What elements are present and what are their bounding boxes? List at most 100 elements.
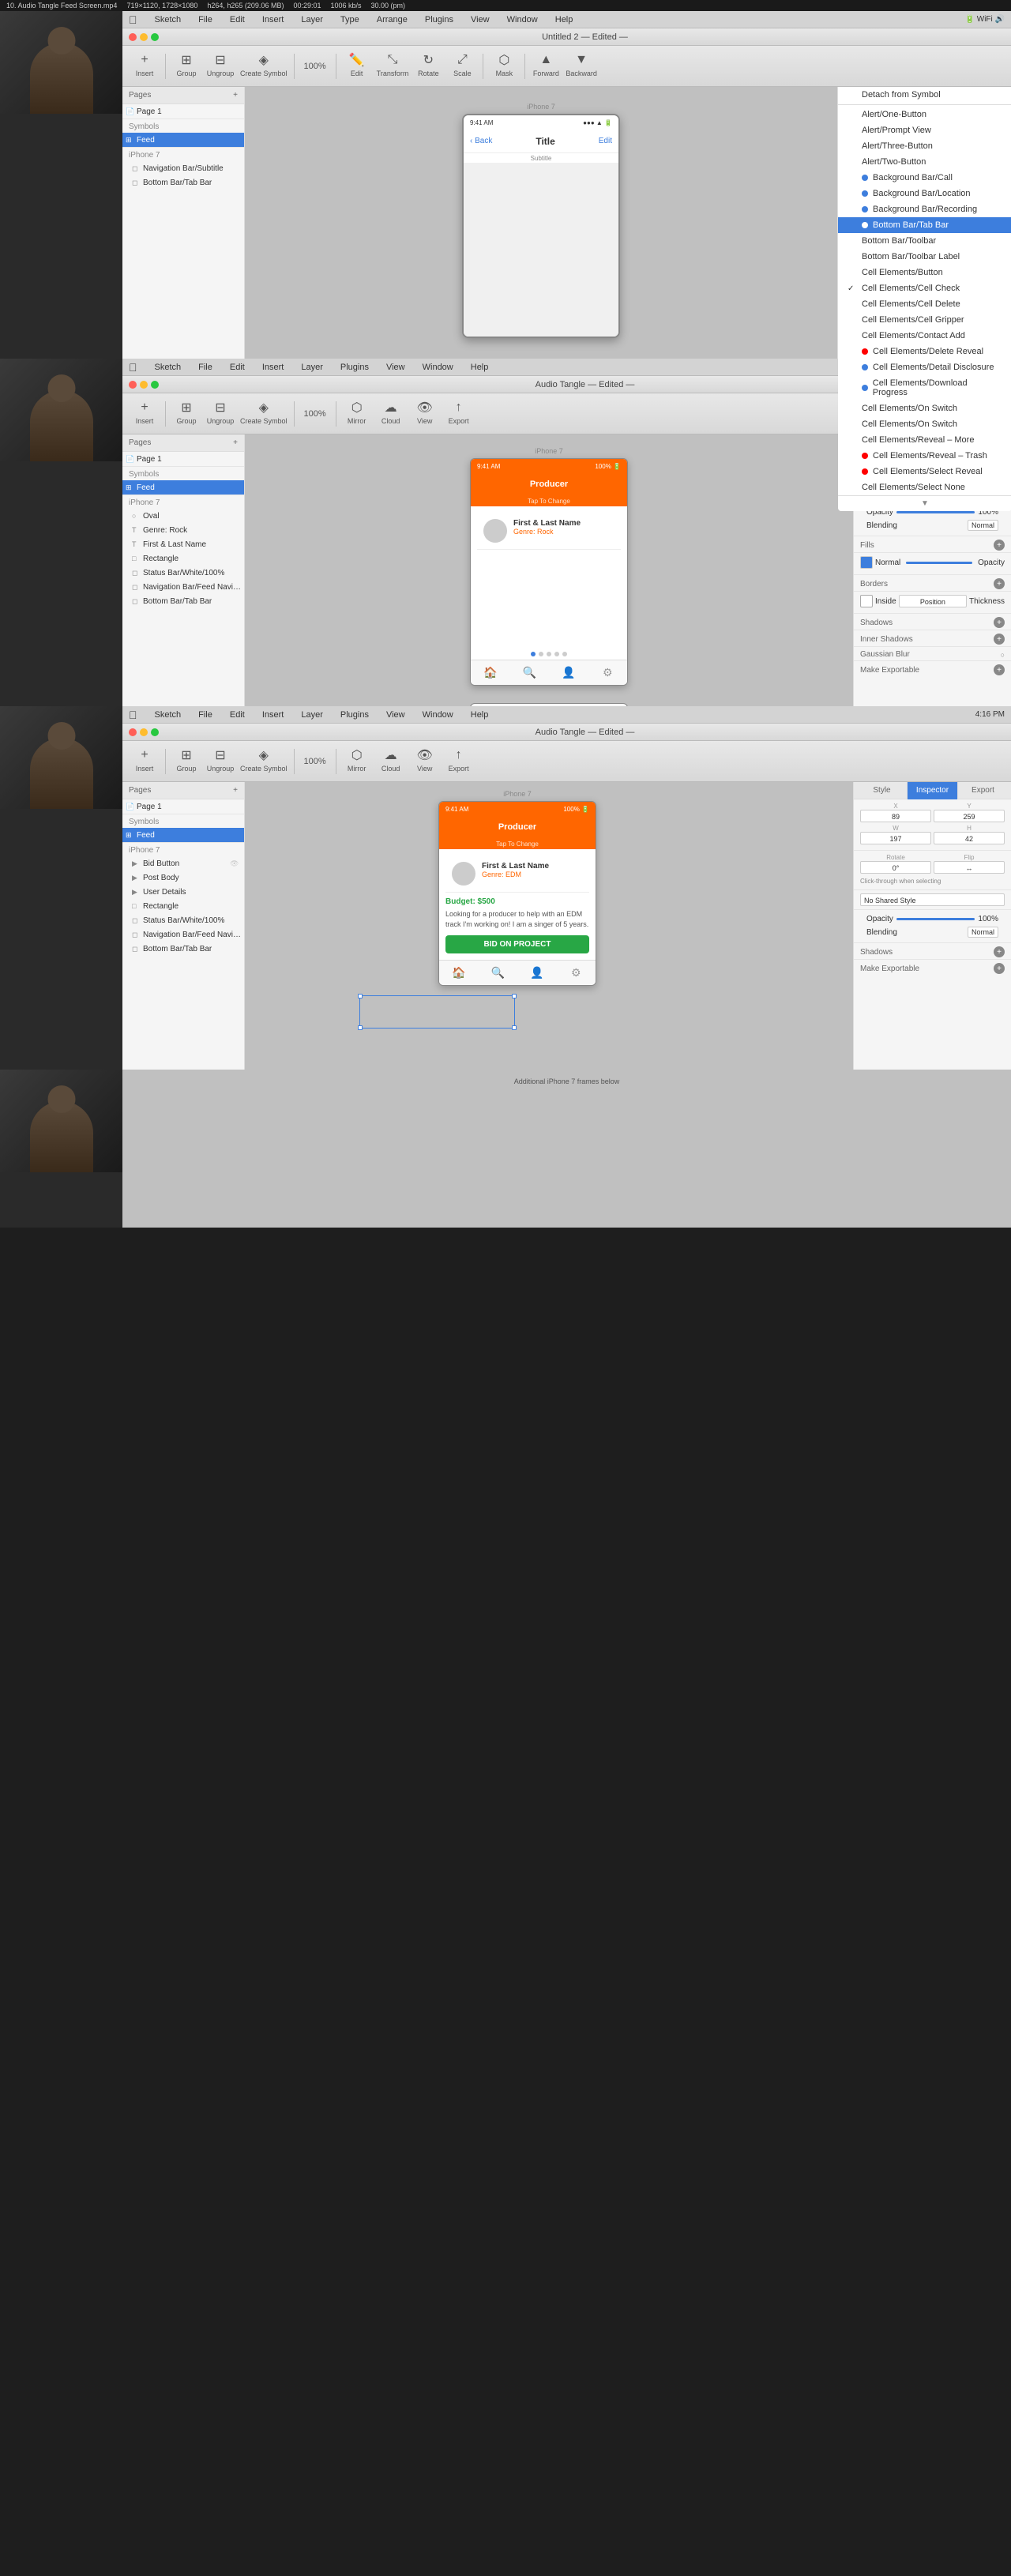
status-bar-item-2[interactable]: ◻ Status Bar/White/100% xyxy=(122,566,244,580)
insp-tab-export-3[interactable]: Export xyxy=(958,782,1008,799)
export-button-3[interactable]: ↑ Export xyxy=(443,744,475,779)
add-page-btn[interactable]: + xyxy=(233,91,238,100)
page1-item-3[interactable]: 📄 Page 1 xyxy=(122,799,244,814)
dropdown-cell-delete[interactable]: Cell Elements/Cell Delete xyxy=(838,296,1011,312)
menu-file[interactable]: File xyxy=(195,13,216,26)
add-export-btn-3[interactable]: + xyxy=(994,963,1005,974)
insp-tab-style-3[interactable]: Style xyxy=(857,782,908,799)
ungroup-button-3[interactable]: ⊟ Ungroup xyxy=(205,744,236,779)
menu-sketch-2[interactable]: Sketch xyxy=(152,361,185,374)
close-button[interactable] xyxy=(129,33,137,41)
menu-view-2[interactable]: View xyxy=(383,361,408,374)
rotate-value-3[interactable]: 0° xyxy=(860,861,931,874)
apple-menu-2[interactable]:  xyxy=(129,361,137,374)
dropdown-bg-recording[interactable]: Background Bar/Recording xyxy=(838,201,1011,217)
add-export-btn-2[interactable]: + xyxy=(994,664,1005,675)
menu-window-2[interactable]: Window xyxy=(419,361,457,374)
insert-button-2[interactable]: + Insert xyxy=(129,397,160,431)
opacity-slider-3[interactable] xyxy=(896,918,975,920)
feed-item-2[interactable]: ⊞ Feed xyxy=(122,480,244,495)
dropdown-contact-add[interactable]: Cell Elements/Contact Add xyxy=(838,328,1011,344)
dropdown-bg-call[interactable]: Background Bar/Call xyxy=(838,170,1011,186)
close-button-2[interactable] xyxy=(129,381,137,389)
genre-rock-item[interactable]: T Genre: Rock xyxy=(122,523,244,537)
rectangle-item-2[interactable]: □ Rectangle xyxy=(122,551,244,566)
menu-file-2[interactable]: File xyxy=(195,361,216,374)
bottom-bar-item-1[interactable]: ◻ Bottom Bar/Tab Bar xyxy=(122,175,244,190)
dropdown-alert-two[interactable]: Alert/Two-Button xyxy=(838,154,1011,170)
y-value-3[interactable]: 259 xyxy=(934,810,1005,822)
bid-on-project-button[interactable]: BID ON PROJECT xyxy=(445,935,589,953)
menu-plugins[interactable]: Plugins xyxy=(422,13,457,26)
dropdown-delete-reveal[interactable]: Cell Elements/Delete Reveal xyxy=(838,344,1011,359)
first-last-name-item[interactable]: T First & Last Name xyxy=(122,537,244,551)
ungroup-button-2[interactable]: ⊟ Ungroup xyxy=(205,397,236,431)
dropdown-cell-check[interactable]: ✓ Cell Elements/Cell Check xyxy=(838,280,1011,296)
minimize-button[interactable] xyxy=(140,33,148,41)
mirror-button[interactable]: ⬡ Mirror xyxy=(341,397,373,431)
dropdown-alert-three[interactable]: Alert/Three-Button xyxy=(838,138,1011,154)
tab-home-3[interactable]: 🏠 xyxy=(450,965,468,982)
x-value-3[interactable]: 89 xyxy=(860,810,931,822)
menu-edit-2[interactable]: Edit xyxy=(227,361,248,374)
apple-menu[interactable]:  xyxy=(129,13,137,26)
dropdown-detach[interactable]: Detach from Symbol xyxy=(838,87,1011,103)
canvas-1[interactable]: iPhone 7 9:41 AM ●●● ▲ 🔋 ‹ Back Title xyxy=(245,87,837,367)
tab-search[interactable]: 🔍 xyxy=(521,664,538,682)
menu-view-3[interactable]: View xyxy=(383,709,408,721)
mask-button[interactable]: ⬡ Mask xyxy=(488,49,520,84)
rectangle-item-3[interactable]: □ Rectangle xyxy=(122,899,244,913)
menu-layer-3[interactable]: Layer xyxy=(298,709,326,721)
back-btn-1[interactable]: ‹ Back xyxy=(470,137,492,145)
page1-item-2[interactable]: 📄 Page 1 xyxy=(122,452,244,466)
bottom-bar-item-3[interactable]: ◻ Bottom Bar/Tab Bar xyxy=(122,942,244,956)
menu-insert-2[interactable]: Insert xyxy=(259,361,288,374)
add-inner-shadow-btn-2[interactable]: + xyxy=(994,634,1005,645)
view-button[interactable]: 👁 View xyxy=(409,397,441,431)
dropdown-select-none[interactable]: Cell Elements/Select None xyxy=(838,479,1011,495)
fill-opacity-slider-2[interactable] xyxy=(906,562,972,564)
maximize-button-2[interactable] xyxy=(151,381,159,389)
create-symbol-button-2[interactable]: ◈ Create Symbol xyxy=(239,397,289,431)
dropdown-cell-button[interactable]: Cell Elements/Button xyxy=(838,265,1011,280)
feed-item[interactable]: ⊞ Feed xyxy=(122,133,244,147)
menu-plugins-2[interactable]: Plugins xyxy=(337,361,372,374)
feed-item-3[interactable]: ⊞ Feed xyxy=(122,828,244,842)
menu-edit-3[interactable]: Edit xyxy=(227,709,248,721)
mirror-button-3[interactable]: ⬡ Mirror xyxy=(341,744,373,779)
add-page-btn-3[interactable]: + xyxy=(233,786,238,795)
menu-arrange[interactable]: Arrange xyxy=(374,13,411,26)
rotate-button[interactable]: ↻ Rotate xyxy=(412,49,444,84)
dropdown-bottom-tabbar[interactable]: Bottom Bar/Tab Bar xyxy=(838,217,1011,233)
group-button[interactable]: ⊞ Group xyxy=(171,49,202,84)
w-value-3[interactable]: 197 xyxy=(860,832,931,844)
status-bar-item-3[interactable]: ◻ Status Bar/White/100% xyxy=(122,913,244,927)
dropdown-bottom-toolbar[interactable]: Bottom Bar/Toolbar xyxy=(838,233,1011,249)
dropdown-select-reveal[interactable]: Cell Elements/Select Reveal xyxy=(838,464,1011,479)
menu-layer-2[interactable]: Layer xyxy=(298,361,326,374)
dropdown-cell-gripper[interactable]: Cell Elements/Cell Gripper xyxy=(838,312,1011,328)
minimize-button-2[interactable] xyxy=(140,381,148,389)
user-details-item[interactable]: ▶ User Details xyxy=(122,885,244,899)
maximize-button[interactable] xyxy=(151,33,159,41)
dropdown-download-progress[interactable]: Cell Elements/Download Progress xyxy=(838,375,1011,401)
menu-view[interactable]: View xyxy=(468,13,493,26)
ungroup-button[interactable]: ⊟ Ungroup xyxy=(205,49,236,84)
menu-sketch-3[interactable]: Sketch xyxy=(152,709,185,721)
bottom-bar-item-2[interactable]: ◻ Bottom Bar/Tab Bar xyxy=(122,594,244,608)
page1-item[interactable]: 📄 Page 1 xyxy=(122,104,244,118)
add-fill-btn-2[interactable]: + xyxy=(994,540,1005,551)
tab-settings[interactable]: ⚙ xyxy=(599,664,616,682)
dropdown-bg-location[interactable]: Background Bar/Location xyxy=(838,186,1011,201)
oval-item[interactable]: ○ Oval xyxy=(122,509,244,523)
menu-file-3[interactable]: File xyxy=(195,709,216,721)
nav-feed-item-2[interactable]: ◻ Navigation Bar/Feed Navigation xyxy=(122,580,244,594)
border-color-2[interactable] xyxy=(860,595,873,607)
add-page-btn-2[interactable]: + xyxy=(233,438,238,447)
dropdown-on-switch-2[interactable]: Cell Elements/On Switch xyxy=(838,416,1011,432)
fill-color-2[interactable] xyxy=(860,556,873,569)
scale-button[interactable]: ⤢ Scale xyxy=(446,49,478,84)
post-body-item[interactable]: ▶ Post Body xyxy=(122,871,244,885)
menu-sketch[interactable]: Sketch xyxy=(152,13,185,26)
menu-type[interactable]: Type xyxy=(337,13,363,26)
